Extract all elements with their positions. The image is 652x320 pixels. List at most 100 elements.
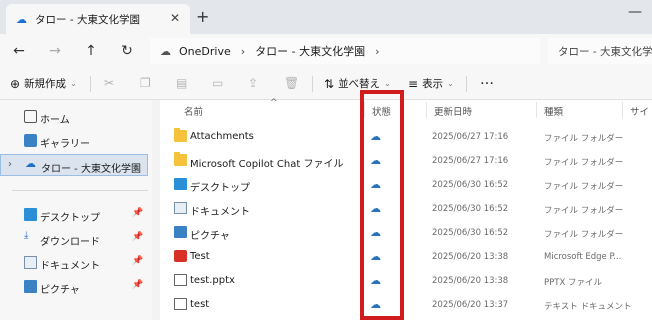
document-icon: [174, 202, 187, 214]
file-row[interactable]: Attachments ☁ 2025/06/27 17:16 ファイル フォルダ…: [160, 124, 652, 148]
column-header-modified[interactable]: 更新日時: [434, 104, 472, 118]
file-name: デスクトップ: [190, 183, 250, 194]
chevron-right-icon[interactable]: ›: [8, 159, 12, 170]
new-button[interactable]: ⊕ 新規作成 ⌄: [10, 76, 77, 91]
sidebar-item-downloads[interactable]: ⤓ ダウンロード 📌: [0, 228, 148, 250]
pin-icon: 📌: [132, 208, 144, 218]
file-row[interactable]: ドキュメント ☁ 2025/06/30 16:52 ファイル フォルダー: [160, 196, 652, 220]
column-separator[interactable]: [426, 102, 427, 118]
file-type: ファイル フォルダー: [544, 206, 624, 216]
cut-button[interactable]: ✂: [104, 76, 118, 90]
view-button[interactable]: ≡ 表示 ⌄: [408, 76, 454, 91]
pictures-icon: [174, 226, 187, 238]
command-bar: ⊕ 新規作成 ⌄ ✂ ❐ ▤ ▭ ⇪ 🗑 ⇅ 並べ替え ⌄ ≡ 表示 ⌄ …: [0, 68, 652, 100]
download-icon: ⤓: [24, 230, 29, 241]
column-separator[interactable]: [622, 102, 623, 118]
breadcrumb-separator[interactable]: ›: [375, 45, 379, 58]
sidebar-item-pictures[interactable]: ピクチャ 📌: [0, 276, 148, 298]
paste-icon: ▤: [176, 76, 188, 90]
copy-icon: ❐: [140, 76, 151, 90]
cloud-icon: ☁: [25, 157, 36, 170]
paste-button[interactable]: ▤: [176, 76, 191, 90]
breadcrumb-onedrive[interactable]: OneDrive: [179, 45, 231, 58]
file-name: ピクチャ: [190, 231, 230, 242]
file-modified: 2025/06/30 16:52: [432, 228, 509, 238]
refresh-button[interactable]: ↻: [116, 40, 138, 62]
new-tab-button[interactable]: +: [196, 7, 209, 26]
file-row[interactable]: Microsoft Copilot Chat ファイル ☁ 2025/06/27…: [160, 148, 652, 172]
sort-button[interactable]: ⇅ 並べ替え ⌄: [324, 76, 391, 91]
file-row[interactable]: デスクトップ ☁ 2025/06/30 16:52 ファイル フォルダー: [160, 172, 652, 196]
breadcrumb-separator[interactable]: ›: [241, 45, 245, 58]
up-button[interactable]: ↑: [80, 40, 102, 62]
file-type: ファイル フォルダー: [544, 182, 624, 192]
sidebar-item-gallery[interactable]: ギャラリー: [0, 130, 148, 152]
file-list: 名前 ^ 状態 更新日時 種類 サイ Attachments ☁ 2025/06…: [160, 98, 652, 320]
file-modified: 2025/06/30 16:52: [432, 204, 509, 214]
copy-button[interactable]: ❐: [140, 76, 155, 90]
tab-title: タロー - 大東文化学園: [35, 13, 140, 26]
file-name: test.pptx: [190, 275, 235, 286]
sidebar-item-label: ダウンロード: [40, 237, 100, 248]
pictures-icon: [24, 280, 37, 293]
sidebar-item-onedrive[interactable]: › ☁ タロー - 大東文化学園: [0, 154, 148, 176]
column-header-name[interactable]: 名前: [184, 104, 203, 118]
breadcrumb-current[interactable]: タロー - 大東文化学園: [255, 43, 365, 59]
chevron-down-icon: ⌄: [70, 79, 77, 88]
back-button[interactable]: ←: [8, 40, 30, 62]
minimize-button[interactable]: —: [628, 4, 642, 20]
address-bar[interactable]: ☁ OneDrive › タロー - 大東文化学園 ›: [150, 38, 540, 64]
desktop-icon: [24, 208, 37, 221]
desktop-icon: [174, 178, 187, 190]
plus-circle-icon: ⊕: [10, 76, 21, 91]
file-name: Microsoft Copilot Chat ファイル: [190, 159, 344, 170]
file-row[interactable]: ピクチャ ☁ 2025/06/30 16:52 ファイル フォルダー: [160, 220, 652, 244]
file-name: test: [190, 299, 210, 310]
sidebar-item-documents[interactable]: ドキュメント 📌: [0, 252, 148, 274]
file-type: ファイル フォルダー: [544, 158, 624, 168]
column-header-type[interactable]: 種類: [544, 104, 563, 118]
tab-current[interactable]: ☁ タロー - 大東文化学園 ✕: [6, 4, 190, 34]
tab-bar: ☁ タロー - 大東文化学園 ✕ + —: [0, 0, 652, 34]
folder-icon: [174, 128, 187, 142]
more-button[interactable]: …: [480, 72, 494, 88]
file-row[interactable]: test ☁ 2025/06/20 13:37 テキスト ドキュメント: [160, 292, 652, 316]
file-type: ファイル フォルダー: [544, 134, 624, 144]
new-label: 新規作成: [24, 78, 67, 90]
file-name: ドキュメント: [190, 207, 250, 218]
cloud-icon: ☁: [16, 12, 27, 26]
share-button[interactable]: ⇪: [248, 76, 262, 90]
document-icon: [24, 256, 37, 269]
chevron-down-icon: ⌄: [447, 79, 454, 88]
sidebar-item-label: ホーム: [40, 115, 70, 126]
column-separator[interactable]: [536, 102, 537, 118]
divider: [12, 190, 148, 191]
cloud-icon: ☁: [160, 44, 171, 58]
file-row[interactable]: Test ☁ 2025/06/20 13:38 Microsoft Edge P…: [160, 244, 652, 268]
file-row[interactable]: test.pptx ☁ 2025/06/20 13:38 PPTX ファイル: [160, 268, 652, 292]
navigation-pane: ホーム ギャラリー › ☁ タロー - 大東文化学園 デスクトップ 📌 ⤓ ダウ…: [0, 100, 152, 320]
sidebar-item-desktop[interactable]: デスクトップ 📌: [0, 204, 148, 226]
file-type: PPTX ファイル: [544, 278, 602, 288]
sort-icon: ⇅: [324, 76, 335, 91]
home-icon: [24, 110, 37, 123]
sort-ascending-icon: ^: [270, 98, 278, 108]
pdf-icon: [174, 250, 187, 262]
search-input[interactable]: タロー - 大東文化学園の検索: [548, 38, 652, 64]
file-type: ファイル フォルダー: [544, 230, 624, 240]
close-icon[interactable]: ✕: [170, 11, 180, 25]
forward-button[interactable]: →: [44, 40, 66, 62]
sidebar-item-home[interactable]: ホーム: [0, 106, 148, 128]
sidebar-item-label: デスクトップ: [40, 213, 100, 224]
file-modified: 2025/06/30 16:52: [432, 180, 509, 190]
column-header-size[interactable]: サイ: [630, 104, 649, 118]
rename-button[interactable]: ▭: [212, 76, 227, 90]
pin-icon: 📌: [132, 256, 144, 266]
file-modified: 2025/06/20 13:38: [432, 252, 509, 262]
sidebar-item-label: ピクチャ: [40, 285, 80, 296]
status-column-highlight: [360, 90, 404, 320]
file-type: Microsoft Edge P...: [544, 252, 622, 262]
file-type: テキスト ドキュメント: [544, 302, 632, 312]
navigation-bar: ← → ↑ ↻ ☁ OneDrive › タロー - 大東文化学園 › タロー …: [0, 34, 652, 68]
delete-button[interactable]: 🗑: [284, 76, 303, 90]
